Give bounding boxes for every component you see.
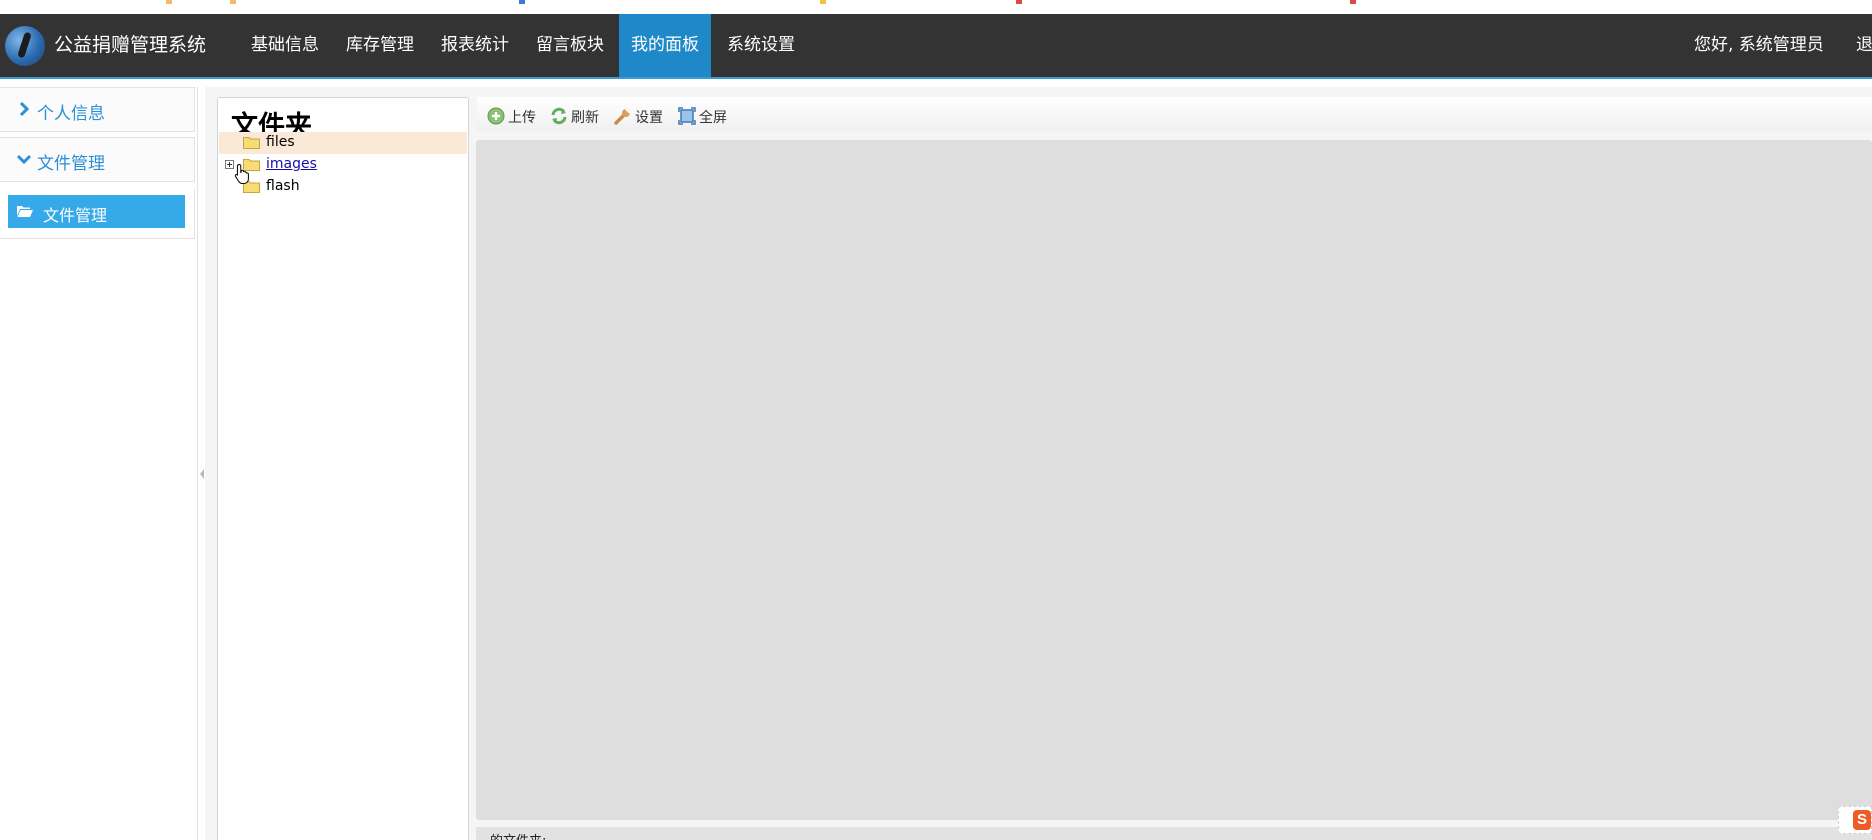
- file-manager: 文件夹 files images flash 上传 刷新 设置 全屏: [205, 87, 1872, 840]
- tree-item-label[interactable]: images: [266, 156, 317, 172]
- refresh-icon: [551, 107, 567, 125]
- fullscreen-icon: [678, 107, 696, 125]
- nav-my-panel[interactable]: 我的面板: [619, 14, 711, 77]
- hand-cursor-icon: [234, 163, 249, 184]
- nav-basic-info[interactable]: 基础信息: [239, 14, 331, 77]
- nav-system-settings[interactable]: 系统设置: [715, 14, 807, 77]
- folder-icon: [243, 137, 260, 149]
- wrench-icon: [614, 108, 631, 125]
- chevron-right-icon: [19, 101, 30, 117]
- upload-label: 上传: [508, 110, 536, 126]
- tree-item-images[interactable]: images: [219, 154, 467, 176]
- file-preview-area[interactable]: [476, 140, 1872, 820]
- folder-open-icon: [17, 206, 33, 217]
- tree-item-label: flash: [266, 178, 300, 194]
- folder-tree: 文件夹 files images flash: [217, 97, 469, 840]
- sidebar-group-label: 个人信息: [37, 104, 105, 124]
- refresh-label: 刷新: [571, 110, 599, 126]
- app-logo: [5, 26, 45, 66]
- sidebar-group-label: 文件管理: [37, 154, 105, 174]
- browser-top-strip: [0, 0, 1872, 14]
- sogou-ime-badge[interactable]: S: [1838, 806, 1872, 834]
- logout-link[interactable]: 退出: [1856, 14, 1872, 77]
- file-status-bar: 的文件夹:: [476, 827, 1872, 840]
- sidebar: 个人信息 文件管理 文件管理: [0, 87, 197, 840]
- tree-item-label: files: [266, 134, 295, 150]
- chevron-down-icon: [16, 154, 32, 165]
- top-navbar: 公益捐赠管理系统 基础信息 库存管理 报表统计 留言板块 我的面板 系统设置 您…: [0, 14, 1872, 79]
- sidebar-item-file-management[interactable]: 文件管理: [8, 195, 185, 228]
- expand-plus-icon[interactable]: [225, 160, 234, 169]
- status-text: 的文件夹:: [490, 830, 546, 840]
- sidebar-submenu: 文件管理: [0, 188, 195, 239]
- tree-item-files[interactable]: files: [219, 132, 467, 154]
- sidebar-group-file-management[interactable]: 文件管理: [0, 137, 195, 182]
- sidebar-group-personal-info[interactable]: 个人信息: [0, 87, 195, 132]
- refresh-button[interactable]: 刷新: [550, 106, 606, 126]
- user-greeting: 您好, 系统管理员: [1694, 35, 1824, 55]
- sogou-logo-icon: S: [1853, 810, 1871, 830]
- fullscreen-button[interactable]: 全屏: [678, 106, 734, 126]
- settings-label: 设置: [635, 110, 663, 126]
- upload-button[interactable]: 上传: [487, 106, 539, 126]
- nav-reports[interactable]: 报表统计: [429, 14, 521, 77]
- file-toolbar: 上传 刷新 设置 全屏: [477, 97, 1872, 131]
- app-title: 公益捐赠管理系统: [54, 34, 207, 56]
- fullscreen-label: 全屏: [699, 110, 727, 126]
- tree-item-flash[interactable]: flash: [219, 176, 467, 198]
- upload-icon: [487, 107, 505, 125]
- nav-inventory[interactable]: 库存管理: [334, 14, 426, 77]
- nav-message-board[interactable]: 留言板块: [524, 14, 616, 77]
- sidebar-divider: [197, 87, 198, 840]
- settings-button[interactable]: 设置: [614, 106, 668, 126]
- sidebar-item-label: 文件管理: [43, 206, 108, 225]
